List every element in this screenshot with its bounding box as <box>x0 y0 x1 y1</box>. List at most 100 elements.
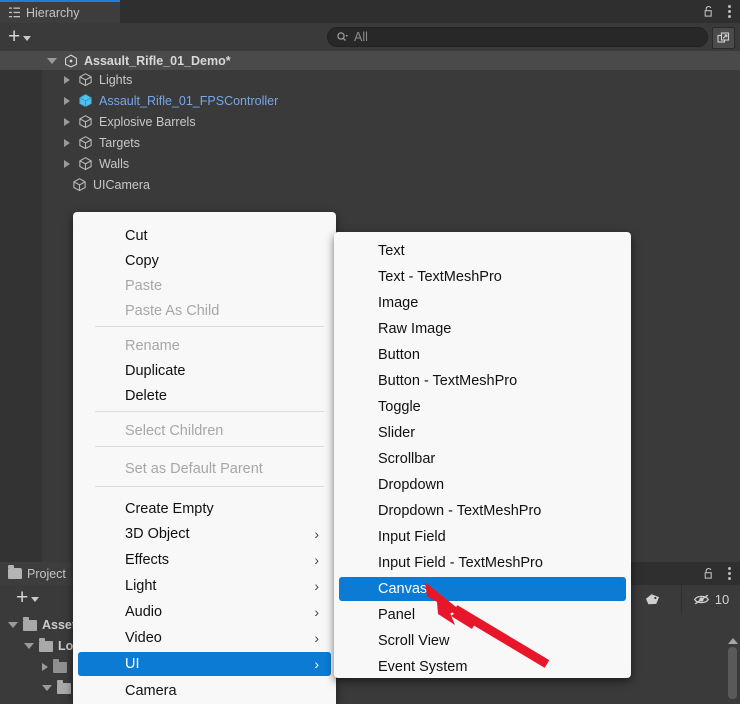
folder-icon <box>53 658 67 673</box>
folder-icon <box>23 616 37 631</box>
search-input[interactable]: All <box>327 27 708 47</box>
submenu-item-slider[interactable]: Slider <box>339 421 626 445</box>
scrollbar-thumb[interactable] <box>728 647 737 699</box>
menu-item-duplicate[interactable]: Duplicate <box>78 359 331 383</box>
project-tree-row-4[interactable] <box>42 679 76 697</box>
submenu-item-event-system[interactable]: Event System <box>339 655 626 679</box>
hierarchy-row-label: Targets <box>99 135 140 150</box>
chevron-right-icon[interactable] <box>64 75 70 84</box>
gameobject-cube-icon <box>78 156 93 171</box>
hierarchy-icon <box>8 6 21 19</box>
ui-submenu: Text Text - TextMeshPro Image Raw Image … <box>334 232 631 678</box>
menu-separator <box>95 326 324 327</box>
hierarchy-row-lights[interactable]: Lights <box>0 70 740 89</box>
gameobject-cube-icon <box>72 177 87 192</box>
submenu-item-input-field-textmeshpro[interactable]: Input Field - TextMeshPro <box>339 551 626 575</box>
submenu-item-text[interactable]: Text <box>339 239 626 263</box>
menu-item-light[interactable]: Light › <box>78 574 331 598</box>
scroll-up-icon[interactable] <box>727 638 738 644</box>
project-tree-row-3[interactable] <box>42 658 72 676</box>
submenu-item-scroll-view[interactable]: Scroll View <box>339 629 626 653</box>
hierarchy-row-label: Explosive Barrels <box>99 114 196 129</box>
folder-icon <box>8 565 22 579</box>
popout-icon[interactable] <box>712 27 735 49</box>
chevron-right-icon[interactable] <box>64 138 70 147</box>
chevron-right-icon: › <box>314 578 319 594</box>
tab-project-label: Project <box>27 566 66 581</box>
submenu-item-toggle[interactable]: Toggle <box>339 395 626 419</box>
hierarchy-row-label: Assault_Rifle_01_FPSController <box>99 93 279 108</box>
context-menu: Cut Copy Paste Paste As Child Rename Dup… <box>73 212 336 704</box>
menu-item-ui[interactable]: UI › <box>78 652 331 676</box>
menu-separator <box>95 446 324 447</box>
tab-hierarchy[interactable]: Hierarchy <box>0 0 120 23</box>
project-tabbar-actions <box>703 562 734 585</box>
project-scrollbar[interactable] <box>727 637 738 704</box>
hidden-count-label: 10 <box>714 591 730 607</box>
chevron-right-icon[interactable] <box>64 96 70 105</box>
chevron-right-icon[interactable] <box>42 663 48 671</box>
chevron-right-icon[interactable] <box>64 159 70 168</box>
menu-item-copy[interactable]: Copy <box>78 249 331 273</box>
submenu-item-dropdown[interactable]: Dropdown <box>339 473 626 497</box>
kebab-menu-icon[interactable] <box>725 0 734 23</box>
hidden-count-button[interactable]: 10 <box>681 585 740 613</box>
gameobject-cube-icon <box>78 135 93 150</box>
tab-project[interactable]: Project <box>0 562 76 585</box>
menu-item-paste-as-child: Paste As Child <box>125 303 220 319</box>
hierarchy-tabbar: Hierarchy <box>0 0 740 23</box>
hierarchy-row-label: Walls <box>99 156 130 171</box>
submenu-item-input-field[interactable]: Input Field <box>339 525 626 549</box>
chevron-down-icon[interactable] <box>8 622 18 628</box>
menu-item-delete[interactable]: Delete <box>78 384 331 408</box>
menu-item-3d-object[interactable]: 3D Object › <box>78 522 331 546</box>
hierarchy-row-label: Assault_Rifle_01_Demo* <box>84 53 231 68</box>
menu-item-cut[interactable]: Cut <box>78 224 331 248</box>
hierarchy-row-explosive-barrels[interactable]: Explosive Barrels <box>0 112 740 131</box>
menu-item-label: Light <box>125 578 157 594</box>
search-icon <box>336 31 349 44</box>
project-tree-row-assets[interactable]: Assets <box>8 616 83 634</box>
lock-open-icon[interactable] <box>703 5 715 18</box>
create-asset-button[interactable]: + <box>16 586 40 609</box>
chevron-right-icon: › <box>314 552 319 568</box>
plus-icon: + <box>16 586 29 609</box>
kebab-menu-icon[interactable] <box>725 562 734 585</box>
submenu-item-scrollbar[interactable]: Scrollbar <box>339 447 626 471</box>
menu-item-label: UI <box>125 656 140 672</box>
chevron-right-icon: › <box>314 656 319 672</box>
menu-item-set-as-default-parent: Set as Default Parent <box>125 461 263 477</box>
submenu-item-canvas[interactable]: Canvas <box>339 577 626 601</box>
lock-open-icon[interactable] <box>703 567 715 580</box>
hierarchy-row-walls[interactable]: Walls <box>0 154 740 173</box>
hierarchy-row-uicamera[interactable]: UICamera <box>0 175 740 194</box>
submenu-item-raw-image[interactable]: Raw Image <box>339 317 626 341</box>
hidden-eye-icon <box>693 592 712 607</box>
menu-item-camera[interactable]: Camera <box>78 679 331 703</box>
menu-item-create-empty[interactable]: Create Empty <box>78 497 331 521</box>
submenu-item-dropdown-textmeshpro[interactable]: Dropdown - TextMeshPro <box>339 499 626 523</box>
submenu-item-button-textmeshpro[interactable]: Button - TextMeshPro <box>339 369 626 393</box>
add-gameobject-button[interactable]: + <box>8 26 32 47</box>
hierarchy-toolbar: + All <box>0 23 740 51</box>
project-tree-row-lo[interactable]: Lo <box>24 637 73 655</box>
menu-item-paste: Paste <box>125 278 163 294</box>
search-placeholder: All <box>354 30 368 44</box>
submenu-item-image[interactable]: Image <box>339 291 626 315</box>
menu-item-video[interactable]: Video › <box>78 626 331 650</box>
chevron-down-icon[interactable] <box>24 643 34 649</box>
menu-item-audio[interactable]: Audio › <box>78 600 331 624</box>
submenu-item-button[interactable]: Button <box>339 343 626 367</box>
hierarchy-row-fpscontroller[interactable]: Assault_Rifle_01_FPSController › <box>0 91 740 110</box>
tab-hierarchy-label: Hierarchy <box>26 5 80 20</box>
hierarchy-row-scene[interactable]: Assault_Rifle_01_Demo* <box>0 51 740 70</box>
submenu-item-panel[interactable]: Panel <box>339 603 626 627</box>
chevron-down-icon[interactable] <box>42 685 52 691</box>
hierarchy-row-targets[interactable]: Targets <box>0 133 740 152</box>
gameobject-cube-icon <box>78 72 93 87</box>
menu-item-effects[interactable]: Effects › <box>78 548 331 572</box>
submenu-item-text-textmeshpro[interactable]: Text - TextMeshPro <box>339 265 626 289</box>
chevron-right-icon[interactable] <box>64 117 70 126</box>
chevron-down-icon[interactable] <box>47 57 57 64</box>
chevron-right-icon: › <box>314 604 319 620</box>
